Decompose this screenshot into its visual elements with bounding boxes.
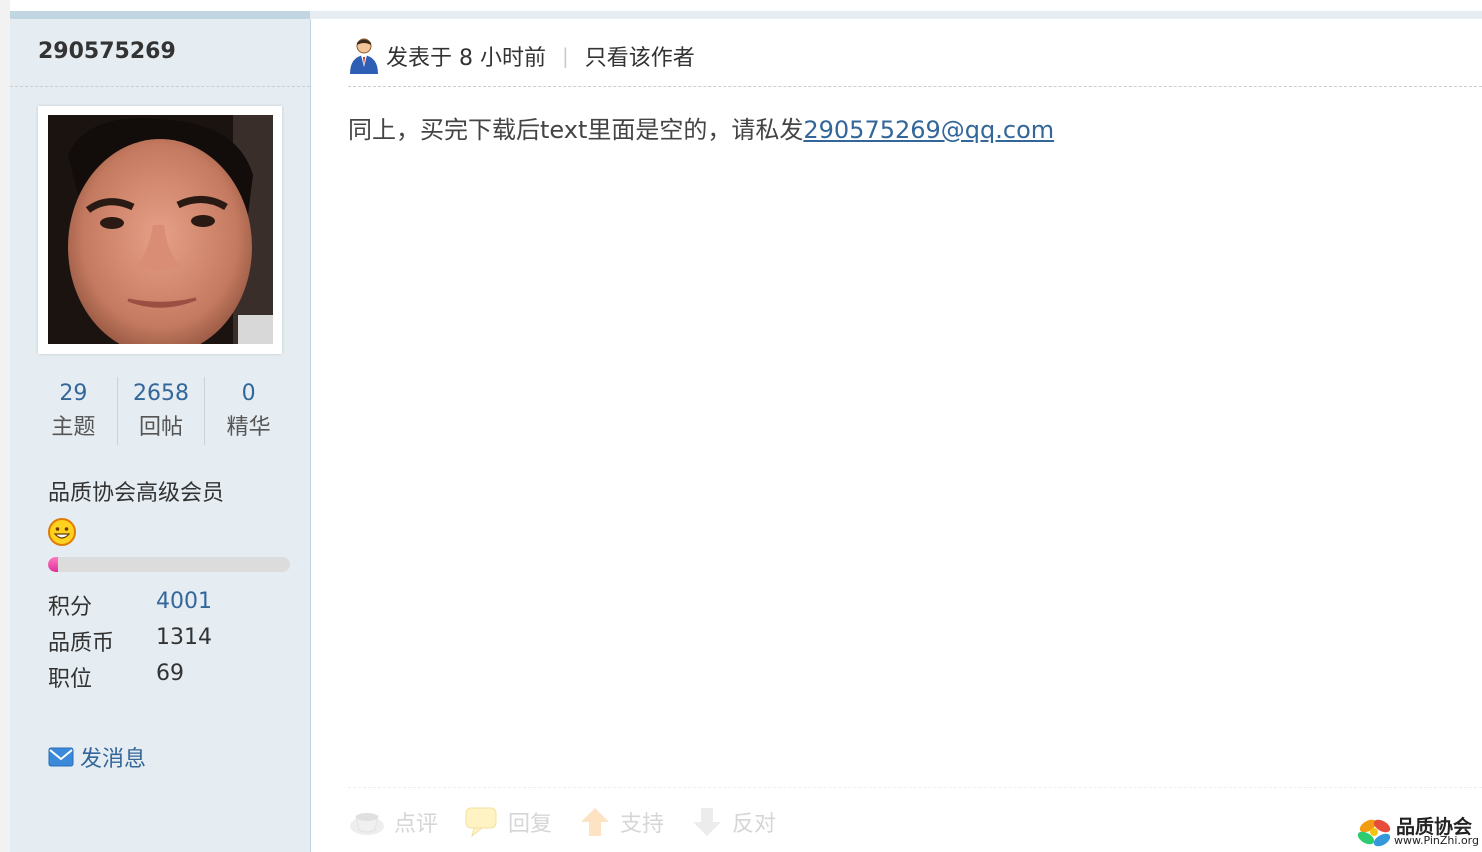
avatar-image [48, 115, 273, 344]
send-message-button[interactable]: 发消息 [48, 741, 146, 773]
arrow-up-icon [581, 808, 610, 836]
stat-replies[interactable]: 2658 回帖 [118, 377, 206, 445]
info-coins-label: 品质币 [48, 631, 115, 656]
site-logo[interactable]: 品质协会 www.PinZhi.org [1356, 812, 1479, 850]
left-gutter [0, 0, 10, 852]
arrow-down-icon [693, 808, 722, 836]
info-row-coins: 品质币 1314 [48, 625, 212, 657]
pinwheel-logo-icon [1357, 819, 1391, 847]
sidebar-divider [10, 86, 310, 87]
stat-threads[interactable]: 29 主题 [30, 377, 118, 445]
stat-replies-value[interactable]: 2658 [118, 377, 205, 411]
post-header: 发表于 8 小时前 | 只看该作者 [348, 36, 695, 76]
info-points-label: 积分 [48, 595, 93, 620]
support-label: 支持 [620, 812, 665, 837]
support-button[interactable]: 支持 [578, 806, 664, 838]
reply-button[interactable]: 回复 [464, 806, 552, 838]
stat-digest[interactable]: 0 精华 [205, 377, 292, 445]
post-time: 发表于 8 小时前 [386, 46, 546, 71]
info-position-value: 69 [156, 661, 184, 686]
stat-replies-label: 回帖 [139, 415, 184, 440]
post-body: 同上，买完下载后text里面是空的，请私发290575269@qq.com [348, 110, 1054, 145]
coffee-cup-icon [350, 813, 384, 835]
comment-button[interactable]: 点评 [348, 806, 438, 838]
info-row-points: 积分 4001 [48, 589, 212, 621]
level-progress-bar [48, 557, 290, 572]
reply-label: 回复 [508, 812, 553, 837]
info-coins-value: 1314 [156, 625, 212, 650]
author-sidebar: 290575269 29 主题 2658 回帖 0 精华 品质协会高级会员 积分… [10, 19, 311, 852]
info-points-value[interactable]: 4001 [156, 589, 212, 614]
oppose-label: 反对 [732, 812, 777, 837]
header-separator: | [561, 44, 569, 68]
author-stats: 29 主题 2658 回帖 0 精华 [30, 377, 292, 445]
oppose-button[interactable]: 反对 [690, 806, 776, 838]
post-actions: 点评 回复 支持 反对 [348, 800, 802, 844]
stat-digest-value[interactable]: 0 [205, 377, 292, 411]
info-row-position: 职位 69 [48, 661, 184, 693]
level-progress-fill [48, 557, 58, 572]
online-user-icon [350, 38, 378, 74]
stat-threads-label: 主题 [51, 415, 96, 440]
stat-digest-label: 精华 [226, 415, 271, 440]
post-header-divider [348, 86, 1482, 87]
avatar[interactable] [48, 115, 273, 344]
top-strip-sidebar [10, 11, 310, 19]
logo-url: www.PinZhi.org [1394, 834, 1479, 847]
info-position-label: 职位 [48, 667, 93, 692]
rank-title[interactable]: 品质协会高级会员 [48, 475, 224, 507]
only-author-link[interactable]: 只看该作者 [585, 40, 695, 72]
comment-label: 点评 [394, 812, 439, 837]
speech-bubble-icon [465, 807, 497, 838]
smiley-level-icon [48, 518, 76, 546]
stat-threads-value[interactable]: 29 [30, 377, 117, 411]
envelope-icon [48, 747, 74, 767]
send-message-label: 发消息 [80, 747, 147, 772]
actions-divider [348, 787, 1482, 788]
avatar-frame[interactable] [38, 106, 282, 354]
author-username[interactable]: 290575269 [38, 39, 176, 64]
email-link[interactable]: 290575269@qq.com [803, 116, 1054, 144]
post-body-text: 同上，买完下载后text里面是空的，请私发 [348, 116, 804, 144]
